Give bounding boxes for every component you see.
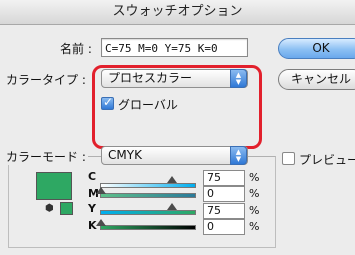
slider-thumb-k[interactable] [96, 219, 106, 226]
gamut-swatch[interactable] [60, 202, 73, 215]
value-field-m[interactable]: 0 [203, 186, 245, 202]
preview-label: プレビュー [299, 153, 355, 167]
slider-track-c[interactable] [100, 183, 196, 188]
ok-button[interactable]: OK [278, 38, 355, 59]
slider-thumb-c[interactable] [167, 176, 177, 183]
highlight-box [92, 65, 262, 149]
percent-k: % [249, 220, 260, 233]
cube-icon[interactable]: ⬢ [45, 203, 54, 214]
name-field[interactable]: C=75 M=0 Y=75 K=0 [101, 38, 248, 57]
color-mode-label: カラーモード : [4, 148, 88, 165]
slider-thumb-y[interactable] [167, 203, 177, 210]
channel-label-c: C [88, 170, 97, 183]
value-field-k[interactable]: 0 [203, 219, 245, 235]
slider-thumb-m[interactable] [96, 187, 106, 194]
channel-label-y: Y [88, 202, 96, 215]
updown-arrows-icon: ▲ ▼ [230, 146, 247, 165]
name-label: 名前 : [60, 42, 92, 56]
value-field-c[interactable]: 75 [203, 170, 245, 186]
cancel-button[interactable]: キャンセル [278, 69, 355, 90]
slider-track-k[interactable] [100, 225, 196, 230]
color-preview-swatch [36, 172, 72, 200]
percent-m: % [249, 187, 260, 200]
color-mode-select[interactable]: CMYK ▲ ▼ [101, 146, 248, 165]
percent-c: % [249, 171, 260, 184]
preview-checkbox[interactable] [282, 152, 295, 165]
slider-track-y[interactable] [100, 210, 196, 215]
value-field-y[interactable]: 75 [203, 203, 245, 219]
window-title: スウォッチオプション [0, 0, 355, 25]
color-mode-value: CMYK [108, 148, 142, 162]
percent-y: % [249, 204, 260, 217]
color-type-label: カラータイプ : [6, 73, 86, 87]
slider-track-m[interactable] [100, 193, 196, 198]
